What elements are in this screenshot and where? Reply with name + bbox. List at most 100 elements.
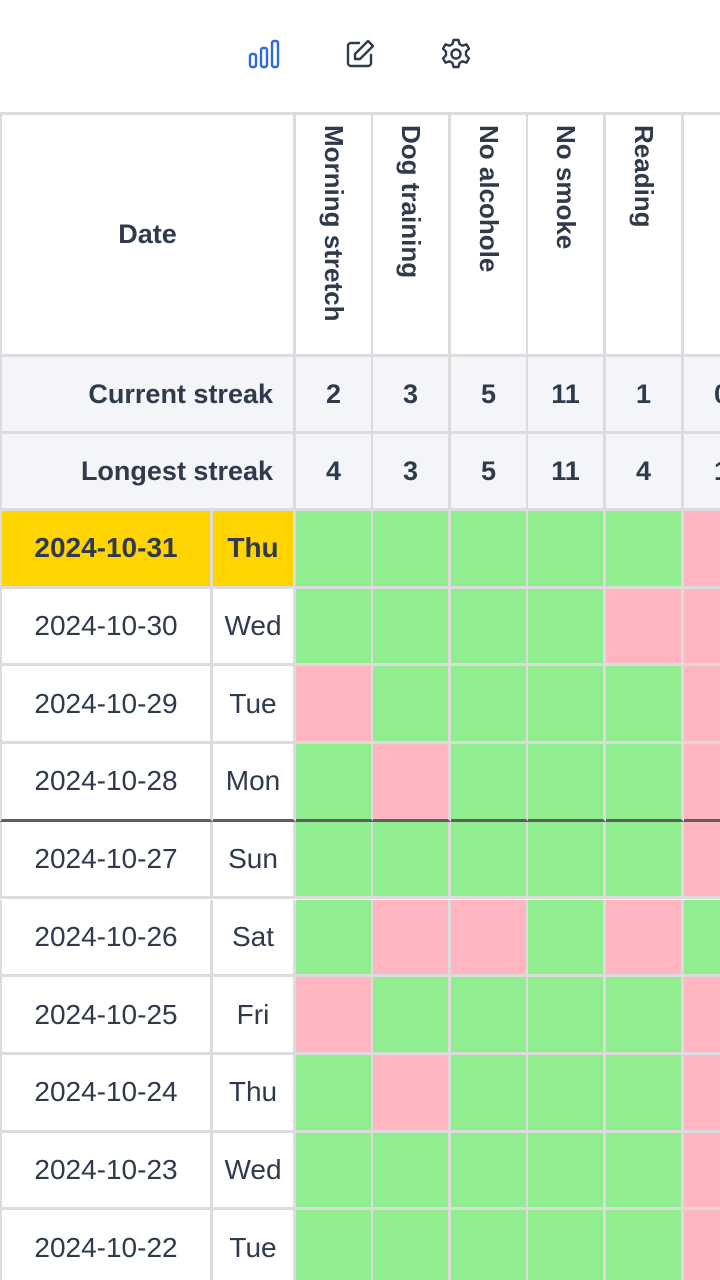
habit-done-cell[interactable] — [296, 511, 374, 589]
habit-done-cell[interactable] — [373, 1210, 451, 1280]
longest-streak-value: 11 — [528, 434, 606, 511]
settings-icon[interactable] — [436, 34, 476, 74]
row-date: 2024-10-22 — [0, 1210, 213, 1280]
habit-done-cell[interactable] — [606, 666, 684, 745]
longest-streak-value: 3 — [373, 434, 451, 511]
row-date: 2024-10-31 — [0, 511, 213, 589]
habit-done-cell[interactable] — [528, 899, 606, 978]
habit-missed-cell[interactable] — [451, 899, 529, 978]
habit-missed-cell[interactable] — [684, 511, 720, 589]
habit-done-cell[interactable] — [451, 744, 529, 822]
habit-missed-cell[interactable] — [684, 744, 720, 822]
habit-done-cell[interactable] — [528, 511, 606, 589]
row-weekday: Sat — [213, 899, 296, 978]
habit-name: No alcohole — [474, 125, 504, 273]
row-date: 2024-10-28 — [0, 744, 213, 822]
habit-done-cell[interactable] — [528, 1210, 606, 1280]
habit-done-cell[interactable] — [528, 1132, 606, 1211]
row-weekday: Mon — [213, 744, 296, 822]
row-date: 2024-10-25 — [0, 977, 213, 1055]
habit-done-cell[interactable] — [528, 821, 606, 900]
habit-done-cell[interactable] — [606, 1132, 684, 1211]
bar-chart-icon[interactable] — [244, 34, 284, 74]
habit-done-cell[interactable] — [451, 511, 529, 589]
row-weekday: Sun — [213, 821, 296, 900]
habit-done-cell[interactable] — [606, 1054, 684, 1133]
habit-done-cell[interactable] — [606, 821, 684, 900]
habit-header[interactable]: Reading — [606, 112, 684, 357]
longest-streak-label: Longest streak — [0, 434, 296, 511]
habit-missed-cell[interactable] — [296, 666, 374, 745]
habit-done-cell[interactable] — [451, 1054, 529, 1133]
row-weekday: Wed — [213, 588, 296, 667]
habit-missed-cell[interactable] — [684, 666, 720, 745]
habit-header[interactable]: Morning stretch — [296, 112, 374, 357]
current-streak-value: 1 — [606, 357, 684, 434]
habit-done-cell[interactable] — [451, 977, 529, 1055]
habit-done-cell[interactable] — [296, 1054, 374, 1133]
habit-missed-cell[interactable] — [373, 899, 451, 978]
habit-header[interactable]: No smoke — [528, 112, 606, 357]
habit-missed-cell[interactable] — [373, 1054, 451, 1133]
habit-header[interactable] — [684, 112, 720, 357]
longest-streak-value: 4 — [296, 434, 374, 511]
habit-done-cell[interactable] — [373, 588, 451, 667]
habit-missed-cell[interactable] — [684, 821, 720, 900]
habit-done-cell[interactable] — [373, 821, 451, 900]
habit-done-cell[interactable] — [451, 821, 529, 900]
habit-done-cell[interactable] — [528, 588, 606, 667]
habit-done-cell[interactable] — [296, 899, 374, 978]
habit-done-cell[interactable] — [528, 744, 606, 822]
habit-missed-cell[interactable] — [684, 977, 720, 1055]
habit-done-cell[interactable] — [606, 1210, 684, 1280]
habit-header[interactable]: Dog training — [373, 112, 451, 357]
habit-done-cell[interactable] — [606, 511, 684, 589]
habit-done-cell[interactable] — [451, 588, 529, 667]
date-column-header: Date — [0, 112, 296, 357]
habit-done-cell[interactable] — [373, 666, 451, 745]
habit-done-cell[interactable] — [296, 821, 374, 900]
habit-table: Date Morning stretch Dog training No alcoho… — [0, 112, 720, 1280]
longest-streak-value: 5 — [451, 434, 529, 511]
row-weekday: Tue — [213, 666, 296, 745]
habit-missed-cell[interactable] — [684, 1210, 720, 1280]
habit-done-cell[interactable] — [451, 1132, 529, 1211]
current-streak-value: 0 — [684, 357, 720, 434]
current-streak-value: 11 — [528, 357, 606, 434]
habit-done-cell[interactable] — [373, 511, 451, 589]
habit-missed-cell[interactable] — [373, 744, 451, 822]
habit-done-cell[interactable] — [296, 588, 374, 667]
habit-done-cell[interactable] — [296, 744, 374, 822]
habit-done-cell[interactable] — [528, 666, 606, 745]
habit-done-cell[interactable] — [451, 1210, 529, 1280]
habit-done-cell[interactable] — [373, 977, 451, 1055]
habit-done-cell[interactable] — [606, 744, 684, 822]
habit-done-cell[interactable] — [528, 1054, 606, 1133]
edit-icon[interactable] — [340, 34, 380, 74]
habit-missed-cell[interactable] — [606, 899, 684, 978]
habit-name: Dog training — [396, 125, 426, 279]
habit-done-cell[interactable] — [373, 1132, 451, 1211]
habit-done-cell[interactable] — [296, 1132, 374, 1211]
habit-done-cell[interactable] — [528, 977, 606, 1055]
row-date: 2024-10-26 — [0, 899, 213, 978]
toolbar — [0, 0, 720, 110]
habit-missed-cell[interactable] — [684, 1132, 720, 1211]
row-date: 2024-10-23 — [0, 1132, 213, 1211]
row-date: 2024-10-30 — [0, 588, 213, 667]
habit-name: No smoke — [551, 125, 581, 250]
habit-missed-cell[interactable] — [606, 588, 684, 667]
habit-header[interactable]: No alcohole — [451, 112, 529, 357]
habit-done-cell[interactable] — [606, 977, 684, 1055]
row-date: 2024-10-29 — [0, 666, 213, 745]
habit-done-cell[interactable] — [684, 899, 720, 978]
row-date: 2024-10-27 — [0, 821, 213, 900]
habit-done-cell[interactable] — [451, 666, 529, 745]
row-weekday: Wed — [213, 1132, 296, 1211]
habit-missed-cell[interactable] — [296, 977, 374, 1055]
current-streak-value: 3 — [373, 357, 451, 434]
habit-missed-cell[interactable] — [684, 1054, 720, 1133]
current-streak-value: 2 — [296, 357, 374, 434]
habit-missed-cell[interactable] — [684, 588, 720, 667]
habit-done-cell[interactable] — [296, 1210, 374, 1280]
